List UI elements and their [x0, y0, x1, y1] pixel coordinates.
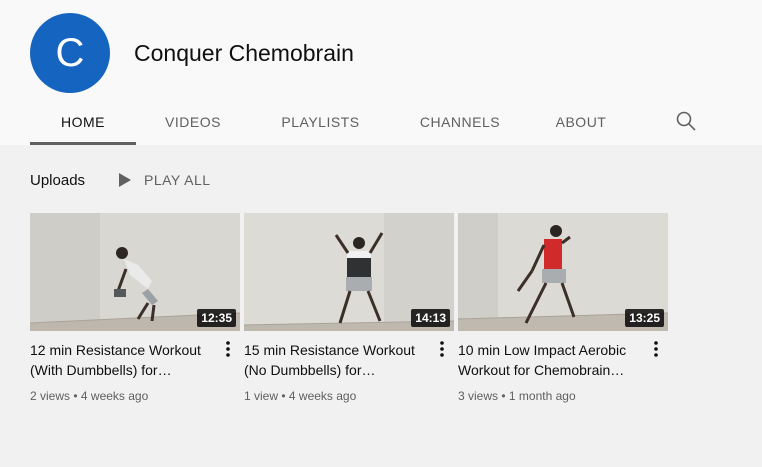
- video-card[interactable]: 12:35 12 min Resistance Workout (With Du…: [30, 213, 240, 403]
- video-title[interactable]: 10 min Low Impact Aerobic Workout for Ch…: [458, 340, 638, 380]
- video-meta: 1 view • 4 weeks ago: [244, 389, 454, 403]
- uploads-shelf-header: Uploads PLAY ALL: [30, 169, 211, 191]
- video-meta: 3 views • 1 month ago: [458, 389, 668, 403]
- tab-videos[interactable]: VIDEOS: [136, 98, 250, 145]
- video-duration: 14:13: [411, 309, 450, 327]
- tab-home[interactable]: HOME: [30, 98, 136, 145]
- video-card[interactable]: 13:25 10 min Low Impact Aerobic Workout …: [458, 213, 668, 403]
- channel-name: Conquer Chemobrain: [134, 40, 354, 66]
- video-duration: 13:25: [625, 309, 664, 327]
- video-thumbnail[interactable]: 13:25: [458, 213, 668, 331]
- video-views: 1 view: [244, 389, 279, 403]
- video-card[interactable]: 14:13 15 min Resistance Workout (No Dumb…: [244, 213, 454, 403]
- video-views: 3 views: [458, 389, 499, 403]
- tab-about[interactable]: ABOUT: [529, 98, 633, 145]
- video-meta: 2 views • 4 weeks ago: [30, 389, 240, 403]
- meta-separator: •: [281, 389, 289, 403]
- video-thumbnail[interactable]: 12:35: [30, 213, 240, 331]
- video-views: 2 views: [30, 389, 71, 403]
- channel-avatar[interactable]: C: [30, 13, 110, 93]
- tab-channels[interactable]: CHANNELS: [391, 98, 529, 145]
- uploads-title: Uploads: [30, 171, 86, 189]
- tab-playlists[interactable]: PLAYLISTS: [250, 98, 391, 145]
- avatar-letter: C: [55, 30, 85, 75]
- channel-header: C Conquer Chemobrain HOME VIDEOS PLAYLIS…: [0, 0, 762, 145]
- video-thumbnail[interactable]: 14:13: [244, 213, 454, 331]
- more-actions-icon[interactable]: [434, 339, 450, 359]
- more-actions-icon[interactable]: [648, 339, 664, 359]
- video-title[interactable]: 15 min Resistance Workout (No Dumbbells)…: [244, 340, 424, 380]
- search-icon[interactable]: [676, 111, 696, 131]
- channel-tabs: HOME VIDEOS PLAYLISTS CHANNELS ABOUT: [30, 98, 633, 145]
- play-all-button[interactable]: PLAY ALL: [144, 172, 211, 188]
- more-actions-icon[interactable]: [220, 339, 236, 359]
- video-title[interactable]: 12 min Resistance Workout (With Dumbbell…: [30, 340, 210, 380]
- video-duration: 12:35: [197, 309, 236, 327]
- video-age: 4 weeks ago: [80, 389, 149, 403]
- video-age: 1 month ago: [508, 389, 576, 403]
- video-age: 4 weeks ago: [288, 389, 357, 403]
- meta-separator: •: [501, 389, 509, 403]
- meta-separator: •: [73, 389, 81, 403]
- play-icon[interactable]: [118, 172, 132, 188]
